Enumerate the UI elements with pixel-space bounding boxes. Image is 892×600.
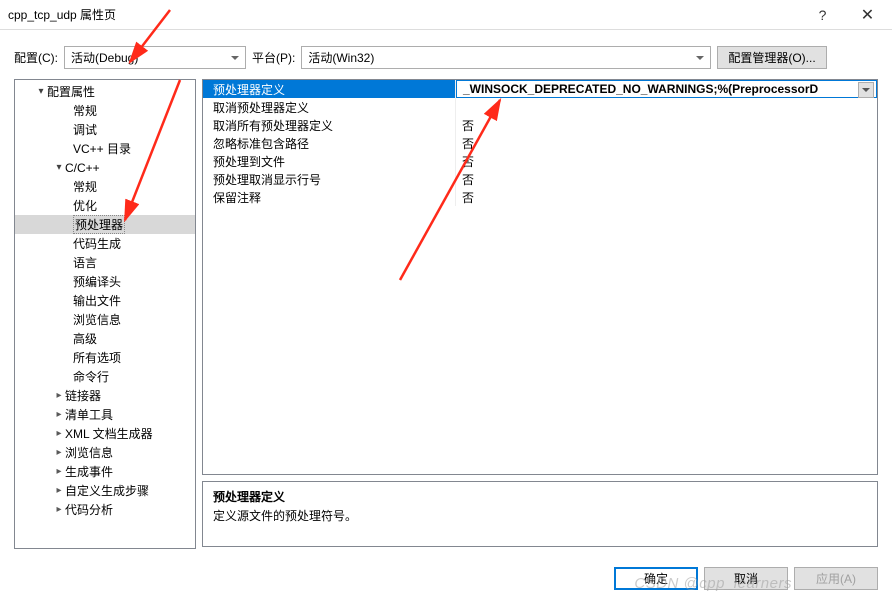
grid-row-selected[interactable]: 预处理器定义 _WINSOCK_DEPRECATED_NO_WARNINGS;%… — [203, 80, 877, 98]
grid-key: 预处理取消显示行号 — [203, 170, 456, 188]
tree-item[interactable]: ▸链接器 — [15, 386, 195, 405]
chevron-right-icon: ▸ — [53, 485, 65, 496]
close-button[interactable]: ✕ — [845, 0, 890, 29]
tree-item[interactable]: ▸清单工具 — [15, 405, 195, 424]
chevron-down-icon: ▾ — [35, 86, 47, 97]
grid-row[interactable]: 预处理取消显示行号 否 — [203, 170, 877, 188]
tree-item[interactable]: 预编译头 — [15, 272, 195, 291]
config-label: 配置(C): — [14, 49, 58, 66]
chevron-right-icon: ▸ — [53, 409, 65, 420]
grid-key: 保留注释 — [203, 188, 456, 206]
grid-value[interactable]: 否 — [456, 116, 877, 134]
tree-item[interactable]: 命令行 — [15, 367, 195, 386]
title-bar: cpp_tcp_udp 属性页 ? ✕ — [0, 0, 892, 30]
grid-key: 预处理器定义 — [203, 80, 456, 98]
grid-row[interactable]: 取消所有预处理器定义 否 — [203, 116, 877, 134]
help-button[interactable]: ? — [800, 0, 845, 29]
description-title: 预处理器定义 — [213, 488, 867, 505]
grid-row[interactable]: 取消预处理器定义 — [203, 98, 877, 116]
tree-item[interactable]: 常规 — [15, 177, 195, 196]
tree-item[interactable]: 浏览信息 — [15, 310, 195, 329]
chevron-right-icon: ▸ — [53, 428, 65, 439]
tree-root[interactable]: ▾配置属性 — [15, 82, 195, 101]
platform-combo[interactable]: 活动(Win32) — [301, 46, 711, 69]
description-panel: 预处理器定义 定义源文件的预处理符号。 — [202, 481, 878, 547]
tree-item[interactable]: ▸XML 文档生成器 — [15, 424, 195, 443]
grid-value-input[interactable]: _WINSOCK_DEPRECATED_NO_WARNINGS;%(Prepro… — [456, 80, 877, 98]
tree-item[interactable]: 语言 — [15, 253, 195, 272]
property-grid: 预处理器定义 _WINSOCK_DEPRECATED_NO_WARNINGS;%… — [202, 79, 878, 475]
grid-row[interactable]: 预处理到文件 否 — [203, 152, 877, 170]
tree-item[interactable]: 优化 — [15, 196, 195, 215]
tree-item[interactable]: 调试 — [15, 120, 195, 139]
config-manager-button[interactable]: 配置管理器(O)... — [717, 46, 826, 69]
tree-cpp[interactable]: ▾C/C++ — [15, 158, 195, 177]
chevron-down-icon: ▾ — [53, 162, 65, 173]
chevron-right-icon: ▸ — [53, 447, 65, 458]
tree-item[interactable]: ▸生成事件 — [15, 462, 195, 481]
chevron-right-icon: ▸ — [53, 390, 65, 401]
grid-key: 取消所有预处理器定义 — [203, 116, 456, 134]
apply-button[interactable]: 应用(A) — [794, 567, 878, 590]
grid-value[interactable]: 否 — [456, 188, 877, 206]
config-toolbar: 配置(C): 活动(Debug) 平台(P): 活动(Win32) 配置管理器(… — [0, 30, 892, 79]
tree-item[interactable]: 代码生成 — [15, 234, 195, 253]
description-body: 定义源文件的预处理符号。 — [213, 507, 867, 524]
grid-key: 忽略标准包含路径 — [203, 134, 456, 152]
grid-row[interactable]: 保留注释 否 — [203, 188, 877, 206]
platform-label: 平台(P): — [252, 49, 295, 66]
dropdown-icon[interactable] — [858, 82, 874, 98]
grid-value[interactable]: 否 — [456, 152, 877, 170]
window-title: cpp_tcp_udp 属性页 — [8, 6, 800, 23]
tree-item[interactable]: 输出文件 — [15, 291, 195, 310]
chevron-right-icon: ▸ — [53, 504, 65, 515]
grid-key: 预处理到文件 — [203, 152, 456, 170]
grid-row[interactable]: 忽略标准包含路径 否 — [203, 134, 877, 152]
tree-item[interactable]: ▸浏览信息 — [15, 443, 195, 462]
grid-key: 取消预处理器定义 — [203, 98, 456, 116]
tree-item[interactable]: 所有选项 — [15, 348, 195, 367]
ok-button[interactable]: 确定 — [614, 567, 698, 590]
grid-value[interactable] — [456, 98, 877, 116]
tree-item[interactable]: VC++ 目录 — [15, 139, 195, 158]
grid-value[interactable]: 否 — [456, 134, 877, 152]
grid-value[interactable]: 否 — [456, 170, 877, 188]
tree-item-preprocessor[interactable]: 预处理器 — [15, 215, 195, 234]
category-tree[interactable]: ▾配置属性 常规 调试 VC++ 目录 ▾C/C++ 常规 优化 预处理器 代码… — [14, 79, 196, 549]
tree-item[interactable]: 高级 — [15, 329, 195, 348]
cancel-button[interactable]: 取消 — [704, 567, 788, 590]
dialog-footer: 确定 取消 应用(A) — [614, 567, 878, 590]
tree-item[interactable]: 常规 — [15, 101, 195, 120]
tree-item[interactable]: ▸自定义生成步骤 — [15, 481, 195, 500]
config-combo[interactable]: 活动(Debug) — [64, 46, 246, 69]
chevron-right-icon: ▸ — [53, 466, 65, 477]
tree-item[interactable]: ▸代码分析 — [15, 500, 195, 519]
